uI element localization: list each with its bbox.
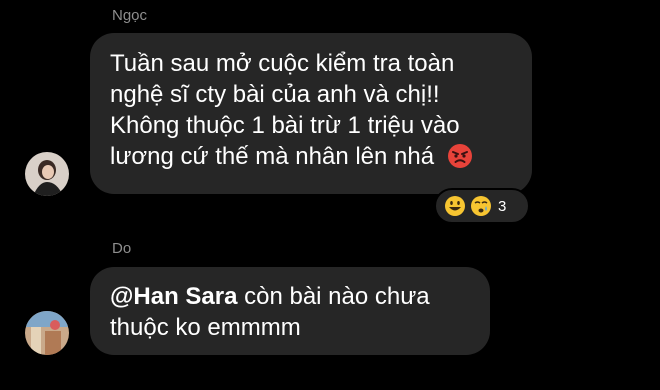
message-bubble[interactable]: @Han Sara còn bài nào chưa thuộc ko emmm…: [90, 267, 490, 355]
sender-name: Ngọc: [112, 7, 148, 24]
avatar[interactable]: [25, 152, 69, 196]
crying-face-icon: [471, 196, 491, 216]
reaction-count: 3: [498, 197, 507, 215]
message-line: lương cứ thế mà nhân lên nhá: [110, 141, 512, 172]
avatar-photo: [25, 311, 69, 355]
mention-link[interactable]: @Han Sara: [110, 283, 237, 310]
sender-name: Do: [112, 240, 132, 257]
message-line: Không thuộc 1 bài trừ 1 triệu vào: [110, 112, 460, 139]
angry-face-icon: [447, 144, 472, 168]
avatar-photo: [25, 152, 69, 196]
message-bubble[interactable]: Tuần sau mở cuộc kiểm tra toàn nghệ sĩ c…: [90, 33, 532, 194]
message-line: nghệ sĩ cty bài của anh và chị!!: [110, 81, 440, 108]
message-line: Tuần sau mở cuộc kiểm tra toàn: [110, 50, 455, 77]
message-line-text: còn bài nào chưa: [237, 283, 430, 310]
grinning-face-icon: [445, 196, 465, 216]
avatar[interactable]: [25, 311, 69, 355]
message-line: @Han Sara còn bài nào chưa: [110, 281, 470, 312]
message-line: thuộc ko emmmm: [110, 314, 301, 341]
message-line-text: lương cứ thế mà nhân lên nhá: [110, 143, 435, 170]
reactions-bar[interactable]: 3: [434, 188, 530, 224]
